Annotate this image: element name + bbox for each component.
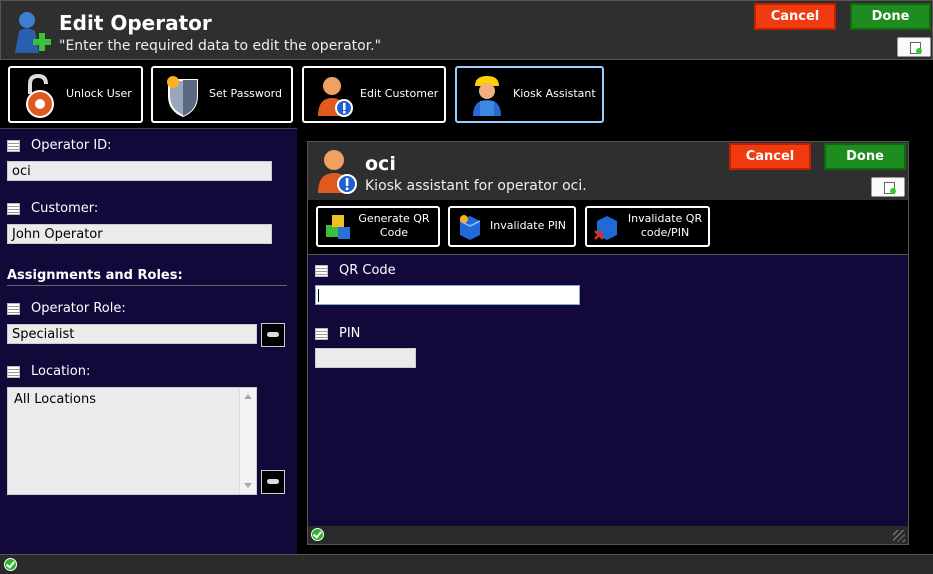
location-list[interactable]: All Locations	[7, 387, 257, 495]
edit-user-icon	[15, 12, 51, 53]
generate-qr-label: Generate QR Code	[358, 212, 430, 239]
location-label: Location:	[7, 364, 90, 379]
operator-id-label-text: Operator ID:	[31, 138, 112, 153]
customer-label-text: Customer:	[31, 201, 99, 216]
divider	[7, 285, 287, 286]
kiosk-header: oci Kiosk assistant for operator oci. Ca…	[308, 142, 908, 200]
qr-code-input[interactable]	[315, 285, 580, 305]
operator-role-label-text: Operator Role:	[31, 301, 126, 316]
qr-code-label-text: QR Code	[339, 263, 396, 278]
customer-info-icon	[318, 150, 357, 194]
unlock-icon	[26, 74, 54, 118]
list-item[interactable]: All Locations	[14, 392, 250, 407]
kiosk-form: QR Code PIN	[308, 254, 908, 526]
kiosk-cancel-button[interactable]: Cancel	[729, 143, 811, 170]
operator-id-label: Operator ID:	[7, 138, 112, 153]
new-window-icon[interactable]	[897, 37, 931, 57]
kiosk-title: oci	[365, 153, 396, 175]
resize-grip-icon[interactable]	[893, 530, 905, 542]
qr-code-label: QR Code	[315, 263, 396, 278]
field-icon	[7, 365, 20, 378]
status-bar	[0, 554, 933, 574]
location-label-text: Location:	[31, 364, 91, 379]
field-icon	[315, 264, 328, 277]
invalidate-qr-label: Invalidate QR code/PIN	[627, 212, 703, 239]
worker-icon	[473, 76, 501, 116]
section-title: Assignments and Roles:	[7, 268, 183, 283]
kiosk-assistant-label: Kiosk Assistant	[513, 87, 596, 100]
generate-qr-button[interactable]: Generate QR Code	[316, 206, 440, 247]
page-subtitle: "Enter the required data to edit the ope…	[59, 38, 382, 54]
edit-customer-label: Edit Customer	[360, 87, 439, 100]
field-icon	[7, 202, 20, 215]
kiosk-assistant-button[interactable]: Kiosk Assistant	[455, 66, 604, 123]
done-button[interactable]: Done	[850, 3, 931, 30]
operator-details-pane: Operator ID: oci Customer: John Operator…	[0, 128, 297, 554]
set-password-label: Set Password	[209, 87, 282, 100]
cube-delete-icon	[594, 216, 617, 240]
scrollbar[interactable]	[239, 388, 256, 494]
kiosk-done-button[interactable]: Done	[824, 143, 906, 170]
scroll-up-icon[interactable]	[244, 394, 252, 399]
operator-id-field[interactable]: oci	[7, 161, 272, 181]
field-icon	[7, 302, 20, 315]
window-header: Edit Operator "Enter the required data t…	[0, 0, 933, 60]
customer-field[interactable]: John Operator	[7, 224, 272, 244]
scroll-down-icon[interactable]	[244, 483, 252, 488]
cancel-button[interactable]: Cancel	[754, 3, 836, 30]
operator-role-field[interactable]: Specialist	[7, 324, 257, 344]
field-icon	[7, 139, 20, 152]
status-ok-icon	[4, 558, 17, 571]
kiosk-status-bar	[308, 526, 908, 544]
invalidate-pin-button[interactable]: Invalidate PIN	[448, 206, 576, 247]
edit-customer-button[interactable]: Edit Customer	[302, 66, 446, 123]
location-picker-button[interactable]	[261, 470, 285, 494]
kiosk-subtitle: Kiosk assistant for operator oci.	[365, 178, 587, 194]
operator-role-label: Operator Role:	[7, 301, 126, 316]
role-picker-button[interactable]	[261, 323, 285, 347]
toolbar: Unlock User Set Password Edit Customer K…	[0, 60, 933, 128]
page-title: Edit Operator	[59, 11, 212, 35]
pin-label: PIN	[315, 326, 360, 341]
shield-icon	[167, 76, 198, 118]
unlock-user-label: Unlock User	[66, 87, 132, 100]
unlock-user-button[interactable]: Unlock User	[8, 66, 143, 123]
invalidate-pin-label: Invalidate PIN	[490, 219, 566, 232]
new-window-icon[interactable]	[871, 177, 905, 197]
customer-label: Customer:	[7, 201, 98, 216]
field-icon	[315, 327, 328, 340]
status-ok-icon	[311, 528, 324, 541]
pin-input[interactable]	[315, 348, 416, 368]
cubes-icon	[326, 215, 350, 239]
kiosk-assistant-panel: oci Kiosk assistant for operator oci. Ca…	[307, 141, 909, 545]
customer-info-icon	[318, 77, 353, 117]
pin-label-text: PIN	[339, 326, 361, 341]
invalidate-qr-button[interactable]: Invalidate QR code/PIN	[585, 206, 710, 247]
cube-icon	[459, 215, 481, 240]
set-password-button[interactable]: Set Password	[151, 66, 293, 123]
